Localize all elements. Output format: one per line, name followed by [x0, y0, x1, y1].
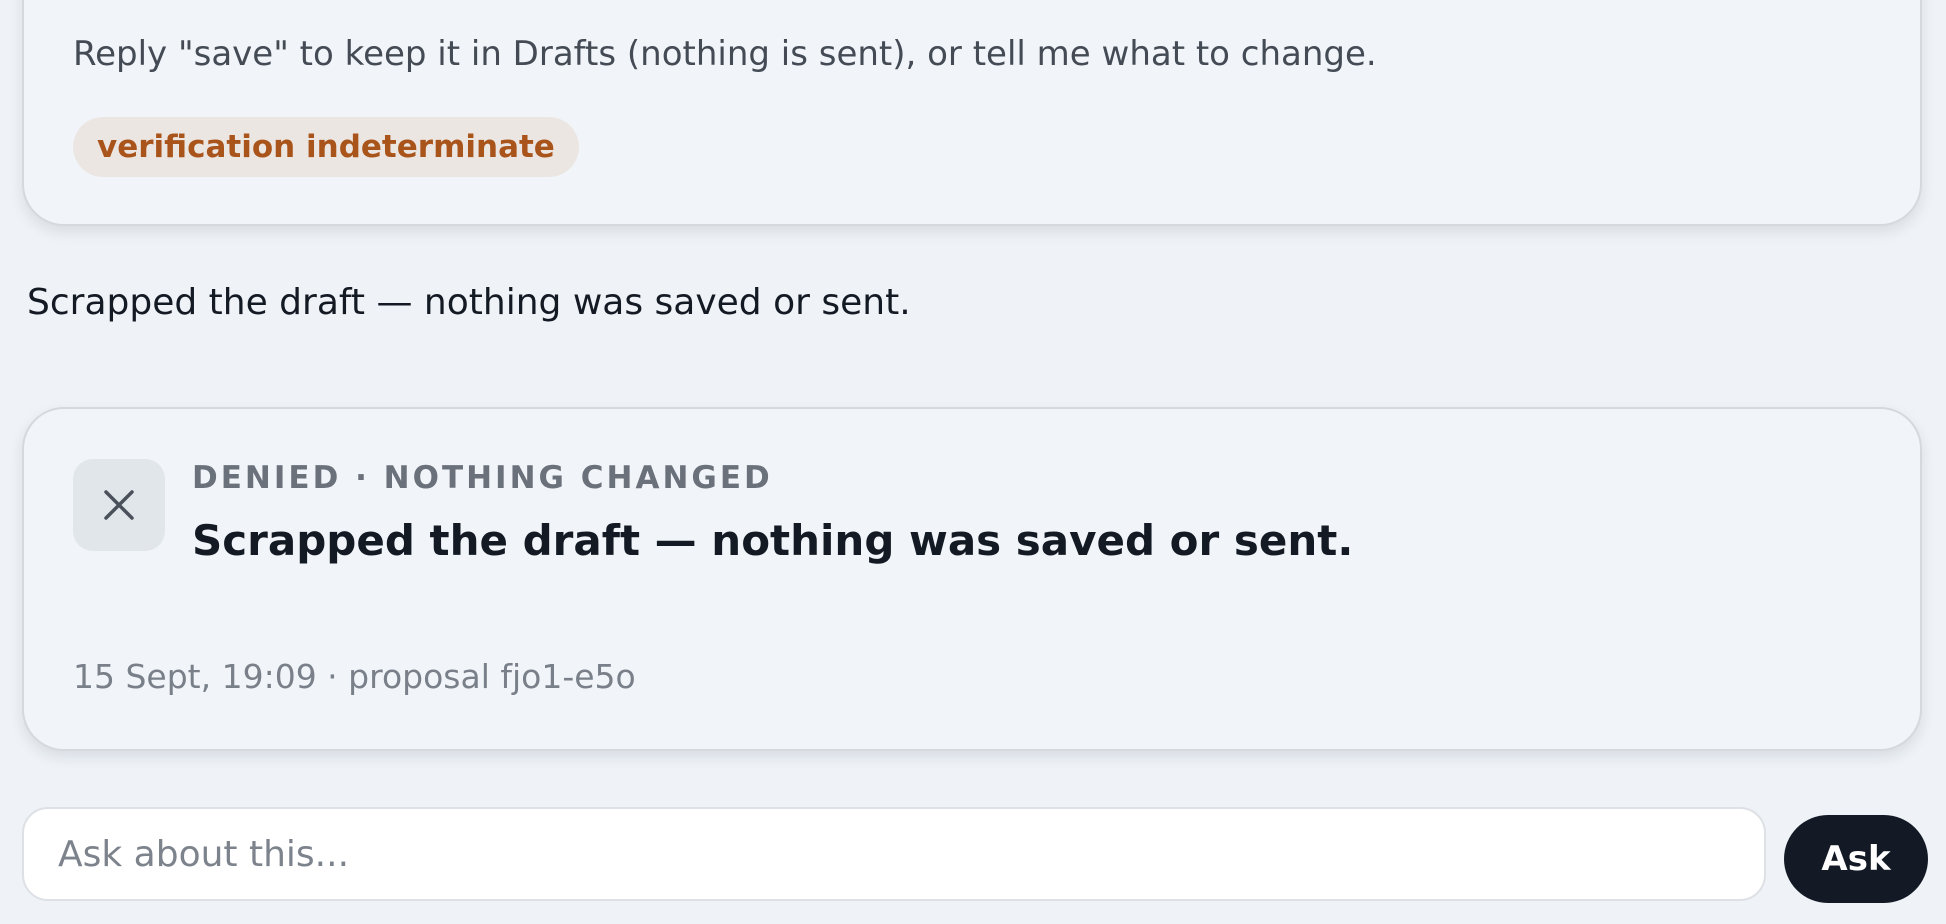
ask-input[interactable]: [22, 807, 1766, 901]
assistant-message: Scrapped the draft — nothing was saved o…: [27, 282, 911, 323]
reply-instruction: Reply "save" to keep it in Drafts (nothi…: [73, 34, 1377, 74]
verification-status-badge: verification indeterminate: [73, 117, 579, 177]
proposal-card: Reply "save" to keep it in Drafts (nothi…: [22, 0, 1922, 226]
ask-button[interactable]: Ask: [1784, 815, 1928, 903]
denied-status-label: DENIED · NOTHING CHANGED: [192, 460, 773, 496]
denied-title: Scrapped the draft — nothing was saved o…: [192, 516, 1354, 565]
close-icon: [73, 459, 165, 551]
denied-card: DENIED · NOTHING CHANGED Scrapped the dr…: [22, 407, 1922, 751]
proposal-meta: 15 Sept, 19:09 · proposal fjo1-e5o: [73, 657, 636, 696]
